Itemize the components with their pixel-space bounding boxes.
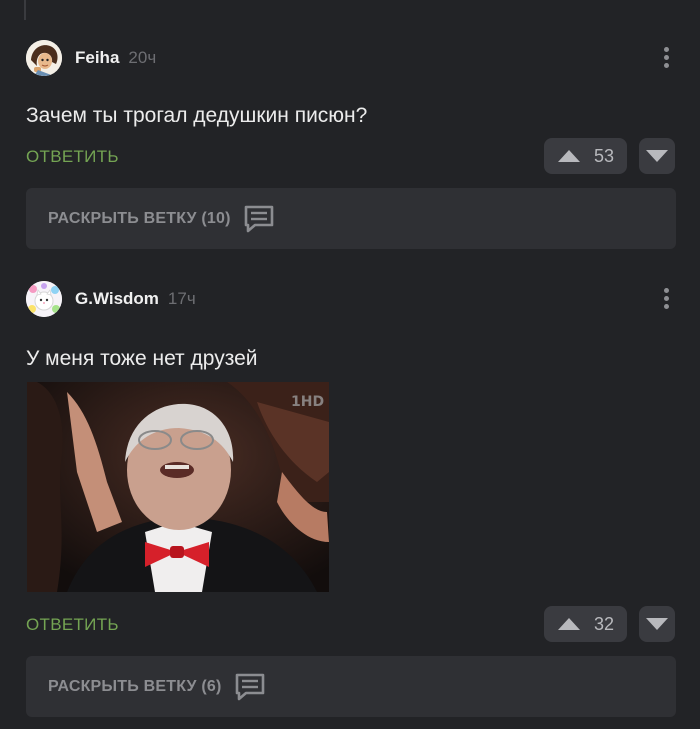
comment-text: У меня тоже нет друзей — [26, 347, 258, 370]
arrow-up-icon — [558, 618, 580, 630]
avatar[interactable] — [26, 281, 62, 317]
author-name[interactable]: G.Wisdom — [75, 289, 159, 309]
comment-icon — [235, 673, 264, 700]
avatar[interactable] — [26, 40, 62, 76]
vote-count: 32 — [594, 613, 615, 634]
comment-icon — [244, 205, 273, 232]
reply-button[interactable]: ОТВЕТИТЬ — [26, 615, 119, 635]
upvote-button[interactable]: 53 — [544, 138, 627, 174]
arrow-up-icon — [558, 150, 580, 162]
comment-header: G.Wisdom 17ч — [26, 281, 196, 317]
more-vertical-icon[interactable] — [656, 283, 676, 313]
comment-time: 17ч — [167, 289, 196, 308]
reply-button[interactable]: ОТВЕТИТЬ — [26, 147, 119, 167]
expand-branch-label: РАСКРЫТЬ ВЕТКУ (10) — [48, 209, 231, 227]
downvote-button[interactable] — [639, 606, 675, 642]
comment-time: 20ч — [128, 48, 157, 67]
comment-header: Feiha 20ч — [26, 40, 156, 76]
arrow-down-icon — [646, 150, 668, 162]
downvote-button[interactable] — [639, 138, 675, 174]
comment-text: Зачем ты трогал дедушкин писюн? — [26, 104, 368, 127]
svg-text:1HD: 1HD — [291, 394, 324, 410]
arrow-down-icon — [646, 618, 668, 630]
expand-branch-button[interactable]: РАСКРЫТЬ ВЕТКУ (10) — [26, 188, 676, 249]
comment-image[interactable]: 1HD — [27, 382, 329, 592]
more-vertical-icon[interactable] — [656, 42, 676, 72]
expand-branch-button[interactable]: РАСКРЫТЬ ВЕТКУ (6) — [26, 656, 676, 717]
expand-branch-label: РАСКРЫТЬ ВЕТКУ (6) — [48, 677, 222, 695]
vote-count: 53 — [594, 145, 615, 166]
author-name[interactable]: Feiha — [75, 48, 119, 68]
upvote-button[interactable]: 32 — [544, 606, 627, 642]
thread-line — [24, 0, 26, 20]
